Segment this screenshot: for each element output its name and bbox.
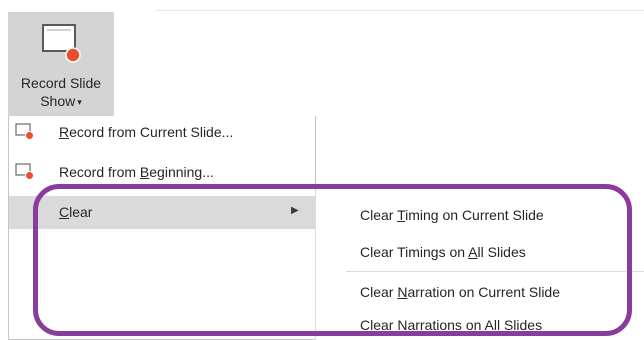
record-slide-show-label: Record Slide Show ▾ xyxy=(20,75,102,109)
chevron-down-icon: ▾ xyxy=(77,97,82,107)
menu-item-label: Record from Beginning... xyxy=(59,164,214,180)
record-icon xyxy=(15,123,34,140)
ribbon-top-border xyxy=(155,10,644,11)
menu-item-record-from-current[interactable]: Record from Current Slide... xyxy=(9,116,315,149)
highlight-annotation-outline xyxy=(33,184,632,336)
menu-item-label: Record from Current Slide... xyxy=(59,124,234,140)
record-slide-show-button[interactable]: Record Slide Show ▾ xyxy=(8,12,114,116)
record-slide-icon xyxy=(42,24,81,63)
record-icon xyxy=(15,163,34,180)
